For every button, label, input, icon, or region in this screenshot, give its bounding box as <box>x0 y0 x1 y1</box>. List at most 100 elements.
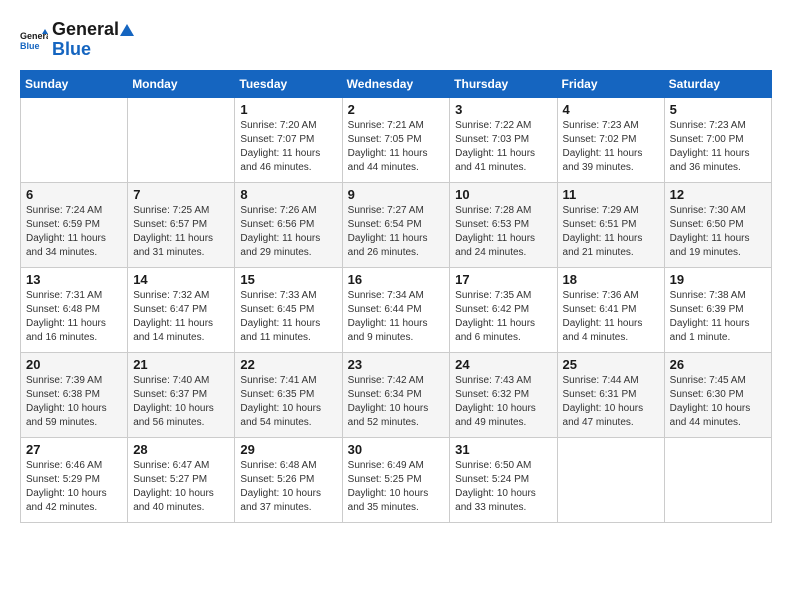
day-info: Sunrise: 7:30 AM Sunset: 6:50 PM Dayligh… <box>670 204 766 260</box>
calendar-cell: 26 Sunrise: 7:45 AM Sunset: 6:30 PM Dayli… <box>664 352 771 437</box>
day-info: Sunrise: 7:40 AM Sunset: 6:37 PM Dayligh… <box>133 374 229 430</box>
day-number: 29 <box>240 442 336 457</box>
calendar-cell: 30 Sunrise: 6:49 AM Sunset: 5:25 PM Dayli… <box>342 437 450 522</box>
day-number: 27 <box>26 442 122 457</box>
day-number: 12 <box>670 187 766 202</box>
calendar-cell <box>664 437 771 522</box>
calendar-week-1: 1Sunrise: 7:20 AM Sunset: 7:07 PM Daylig… <box>21 97 772 182</box>
day-number: 9 <box>348 187 445 202</box>
calendar-cell <box>21 97 128 182</box>
day-number: 4 <box>563 102 659 117</box>
day-number: 18 <box>563 272 659 287</box>
day-number: 17 <box>455 272 551 287</box>
svg-text:Blue: Blue <box>20 41 40 51</box>
day-info: Sunrise: 7:44 AM Sunset: 6:31 PM Dayligh… <box>563 374 659 430</box>
day-number: 11 <box>563 187 659 202</box>
day-info: Sunrise: 6:49 AM Sunset: 5:25 PM Dayligh… <box>348 459 445 515</box>
day-info: Sunrise: 7:26 AM Sunset: 6:56 PM Dayligh… <box>240 204 336 260</box>
day-number: 3 <box>455 102 551 117</box>
day-number: 30 <box>348 442 445 457</box>
calendar-cell: 5Sunrise: 7:23 AM Sunset: 7:00 PM Daylig… <box>664 97 771 182</box>
day-info: Sunrise: 7:24 AM Sunset: 6:59 PM Dayligh… <box>26 204 122 260</box>
day-info: Sunrise: 7:33 AM Sunset: 6:45 PM Dayligh… <box>240 289 336 345</box>
calendar-cell: 6 Sunrise: 7:24 AM Sunset: 6:59 PM Daylig… <box>21 182 128 267</box>
day-info: Sunrise: 7:21 AM Sunset: 7:05 PM Dayligh… <box>348 119 445 175</box>
calendar-cell: 9 Sunrise: 7:27 AM Sunset: 6:54 PM Daylig… <box>342 182 450 267</box>
calendar-cell: 29 Sunrise: 6:48 AM Sunset: 5:26 PM Dayli… <box>235 437 342 522</box>
column-header-wednesday: Wednesday <box>342 70 450 97</box>
day-info: Sunrise: 7:27 AM Sunset: 6:54 PM Dayligh… <box>348 204 445 260</box>
day-number: 28 <box>133 442 229 457</box>
day-info: Sunrise: 6:48 AM Sunset: 5:26 PM Dayligh… <box>240 459 336 515</box>
day-number: 6 <box>26 187 122 202</box>
calendar-cell: 3 Sunrise: 7:22 AM Sunset: 7:03 PM Daylig… <box>450 97 557 182</box>
calendar-cell: 8 Sunrise: 7:26 AM Sunset: 6:56 PM Daylig… <box>235 182 342 267</box>
calendar-week-3: 13 Sunrise: 7:31 AM Sunset: 6:48 PM Dayli… <box>21 267 772 352</box>
calendar-cell: 17 Sunrise: 7:35 AM Sunset: 6:42 PM Dayli… <box>450 267 557 352</box>
logo: General Blue GeneralBlue <box>20 20 135 60</box>
day-info: Sunrise: 7:41 AM Sunset: 6:35 PM Dayligh… <box>240 374 336 430</box>
day-info: Sunrise: 7:22 AM Sunset: 7:03 PM Dayligh… <box>455 119 551 175</box>
day-info: Sunrise: 7:36 AM Sunset: 6:41 PM Dayligh… <box>563 289 659 345</box>
calendar-cell: 1Sunrise: 7:20 AM Sunset: 7:07 PM Daylig… <box>235 97 342 182</box>
day-info: Sunrise: 7:45 AM Sunset: 6:30 PM Dayligh… <box>670 374 766 430</box>
day-info: Sunrise: 7:20 AM Sunset: 7:07 PM Dayligh… <box>240 119 336 175</box>
day-info: Sunrise: 7:38 AM Sunset: 6:39 PM Dayligh… <box>670 289 766 345</box>
calendar-cell: 28 Sunrise: 6:47 AM Sunset: 5:27 PM Dayli… <box>128 437 235 522</box>
logo-icon: General Blue <box>20 29 48 51</box>
day-info: Sunrise: 7:34 AM Sunset: 6:44 PM Dayligh… <box>348 289 445 345</box>
calendar-cell: 19 Sunrise: 7:38 AM Sunset: 6:39 PM Dayli… <box>664 267 771 352</box>
day-info: Sunrise: 6:47 AM Sunset: 5:27 PM Dayligh… <box>133 459 229 515</box>
calendar-cell: 4 Sunrise: 7:23 AM Sunset: 7:02 PM Daylig… <box>557 97 664 182</box>
day-number: 21 <box>133 357 229 372</box>
calendar-cell: 13 Sunrise: 7:31 AM Sunset: 6:48 PM Dayli… <box>21 267 128 352</box>
day-info: Sunrise: 7:39 AM Sunset: 6:38 PM Dayligh… <box>26 374 122 430</box>
column-header-saturday: Saturday <box>664 70 771 97</box>
calendar-week-4: 20 Sunrise: 7:39 AM Sunset: 6:38 PM Dayli… <box>21 352 772 437</box>
day-info: Sunrise: 7:42 AM Sunset: 6:34 PM Dayligh… <box>348 374 445 430</box>
page-header: General Blue GeneralBlue <box>20 20 772 60</box>
calendar-cell: 11 Sunrise: 7:29 AM Sunset: 6:51 PM Dayli… <box>557 182 664 267</box>
calendar-cell: 2 Sunrise: 7:21 AM Sunset: 7:05 PM Daylig… <box>342 97 450 182</box>
calendar-cell <box>557 437 664 522</box>
day-number: 14 <box>133 272 229 287</box>
calendar-cell: 20 Sunrise: 7:39 AM Sunset: 6:38 PM Dayli… <box>21 352 128 437</box>
day-number: 19 <box>670 272 766 287</box>
column-header-tuesday: Tuesday <box>235 70 342 97</box>
day-info: Sunrise: 7:23 AM Sunset: 7:02 PM Dayligh… <box>563 119 659 175</box>
day-number: 22 <box>240 357 336 372</box>
column-header-friday: Friday <box>557 70 664 97</box>
calendar-cell: 27Sunrise: 6:46 AM Sunset: 5:29 PM Dayli… <box>21 437 128 522</box>
day-info: Sunrise: 7:23 AM Sunset: 7:00 PM Dayligh… <box>670 119 766 175</box>
calendar-cell: 14 Sunrise: 7:32 AM Sunset: 6:47 PM Dayli… <box>128 267 235 352</box>
column-header-sunday: Sunday <box>21 70 128 97</box>
day-number: 2 <box>348 102 445 117</box>
calendar-cell <box>128 97 235 182</box>
day-info: Sunrise: 7:29 AM Sunset: 6:51 PM Dayligh… <box>563 204 659 260</box>
day-info: Sunrise: 6:50 AM Sunset: 5:24 PM Dayligh… <box>455 459 551 515</box>
calendar-cell: 22 Sunrise: 7:41 AM Sunset: 6:35 PM Dayli… <box>235 352 342 437</box>
calendar-cell: 25Sunrise: 7:44 AM Sunset: 6:31 PM Dayli… <box>557 352 664 437</box>
calendar-week-2: 6 Sunrise: 7:24 AM Sunset: 6:59 PM Daylig… <box>21 182 772 267</box>
calendar-cell: 21 Sunrise: 7:40 AM Sunset: 6:37 PM Dayli… <box>128 352 235 437</box>
day-number: 13 <box>26 272 122 287</box>
day-info: Sunrise: 7:31 AM Sunset: 6:48 PM Dayligh… <box>26 289 122 345</box>
calendar-week-5: 27Sunrise: 6:46 AM Sunset: 5:29 PM Dayli… <box>21 437 772 522</box>
day-number: 10 <box>455 187 551 202</box>
day-info: Sunrise: 7:35 AM Sunset: 6:42 PM Dayligh… <box>455 289 551 345</box>
calendar-table: SundayMondayTuesdayWednesdayThursdayFrid… <box>20 70 772 523</box>
day-number: 24 <box>455 357 551 372</box>
day-number: 20 <box>26 357 122 372</box>
day-number: 23 <box>348 357 445 372</box>
day-info: Sunrise: 7:43 AM Sunset: 6:32 PM Dayligh… <box>455 374 551 430</box>
column-header-thursday: Thursday <box>450 70 557 97</box>
calendar-cell: 7Sunrise: 7:25 AM Sunset: 6:57 PM Daylig… <box>128 182 235 267</box>
calendar-cell: 12 Sunrise: 7:30 AM Sunset: 6:50 PM Dayli… <box>664 182 771 267</box>
logo-text: GeneralBlue <box>52 20 135 60</box>
calendar-header-row: SundayMondayTuesdayWednesdayThursdayFrid… <box>21 70 772 97</box>
column-header-monday: Monday <box>128 70 235 97</box>
calendar-cell: 18 Sunrise: 7:36 AM Sunset: 6:41 PM Dayli… <box>557 267 664 352</box>
day-number: 8 <box>240 187 336 202</box>
day-number: 26 <box>670 357 766 372</box>
day-info: Sunrise: 7:32 AM Sunset: 6:47 PM Dayligh… <box>133 289 229 345</box>
